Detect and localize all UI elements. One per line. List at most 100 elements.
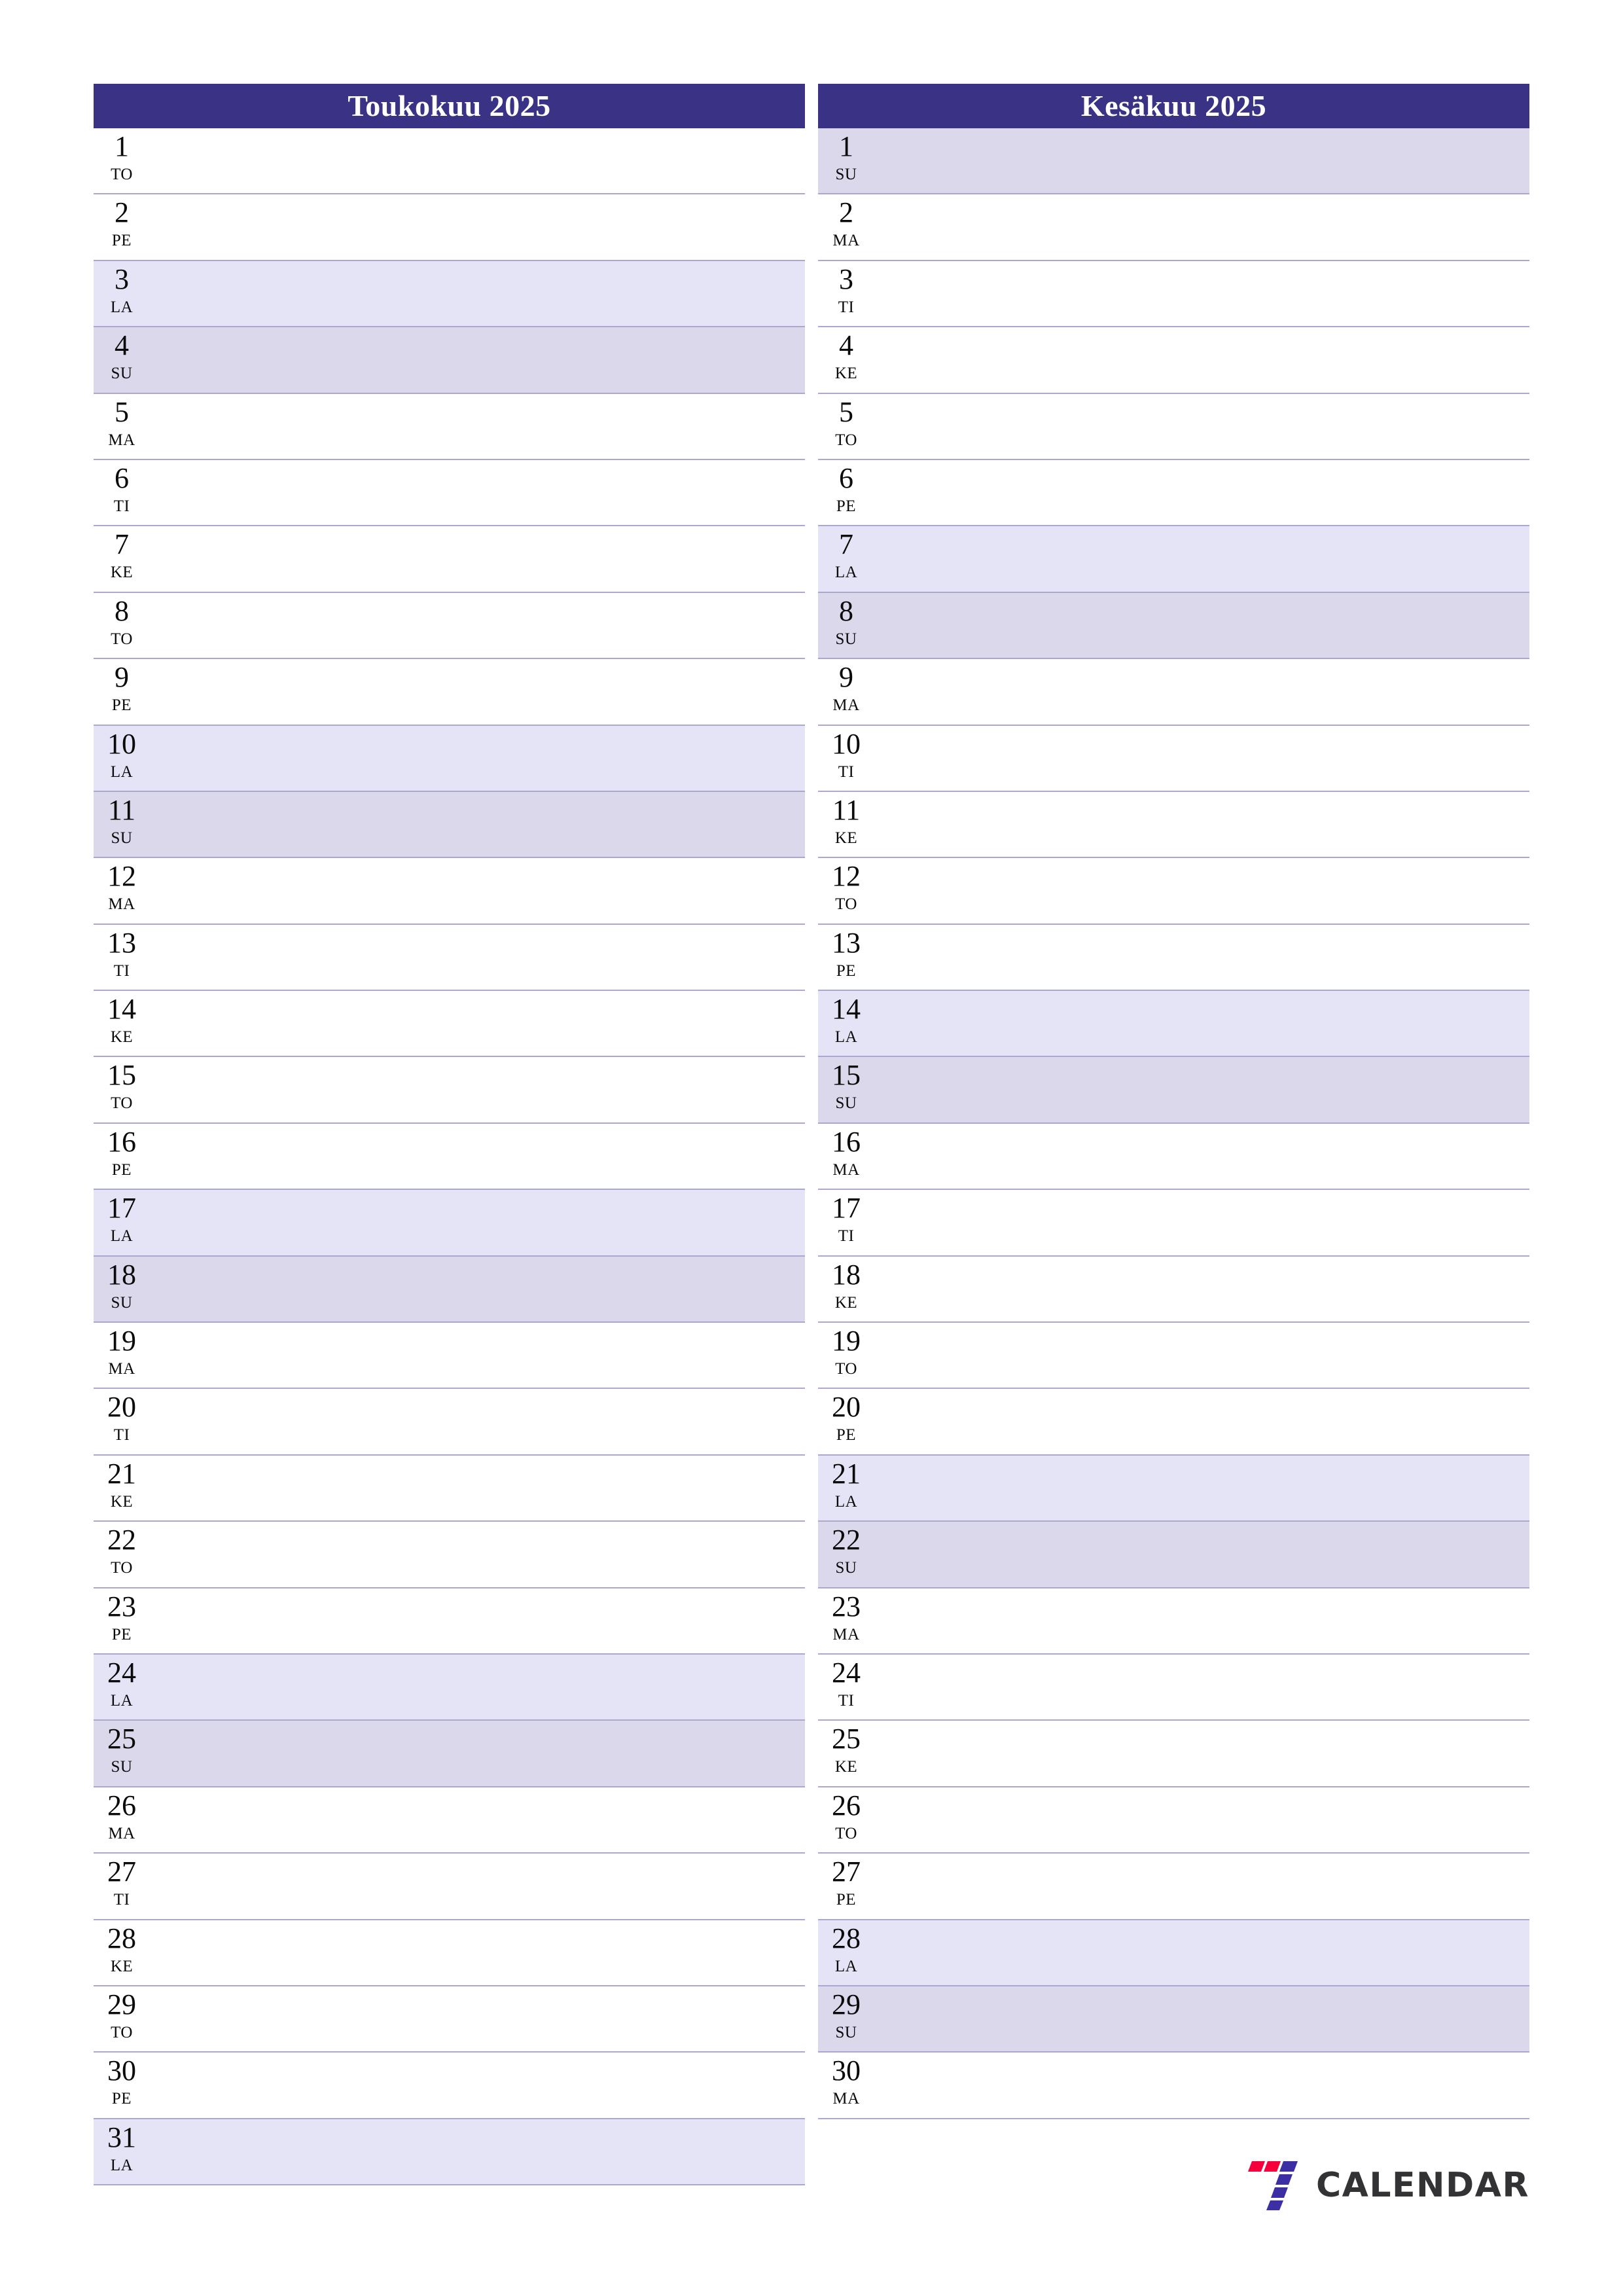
day-row[interactable]: 2 PE xyxy=(94,194,805,261)
day-row[interactable]: 3 LA xyxy=(94,260,805,328)
day-row[interactable]: 28 KE xyxy=(94,1920,805,1986)
day-weekday-label: TI xyxy=(838,1691,855,1710)
day-row[interactable]: 4 KE xyxy=(818,327,1529,394)
day-weekday-label: KE xyxy=(834,1293,858,1312)
day-weekday-label: PE xyxy=(836,1426,857,1444)
day-row[interactable]: 26 MA xyxy=(94,1787,805,1854)
day-row[interactable]: 15 TO xyxy=(94,1057,805,1124)
day-weekday-label: PE xyxy=(111,2090,132,2108)
day-row[interactable]: 20 TI xyxy=(94,1389,805,1456)
day-row[interactable]: 16 PE xyxy=(94,1123,805,1191)
day-row[interactable]: 25 KE xyxy=(818,1721,1529,1787)
day-row[interactable]: 23 PE xyxy=(94,1588,805,1655)
day-weekday-label: KE xyxy=(834,829,858,847)
day-row[interactable]: 5 MA xyxy=(94,393,805,460)
day-row[interactable]: 18 SU xyxy=(94,1256,805,1323)
day-number: 16 xyxy=(832,1125,861,1158)
day-row[interactable]: 8 TO xyxy=(94,592,805,660)
day-row[interactable]: 27 PE xyxy=(818,1854,1529,1920)
day-row[interactable]: 1 SU xyxy=(818,128,1529,195)
day-number: 10 xyxy=(107,727,136,760)
day-row[interactable]: 24 LA xyxy=(94,1654,805,1721)
day-row[interactable]: 16 MA xyxy=(818,1123,1529,1191)
day-row[interactable]: 19 MA xyxy=(94,1323,805,1390)
day-row[interactable]: 1 TO xyxy=(94,128,805,195)
day-weekday-label: TI xyxy=(113,497,130,515)
day-row[interactable]: 9 MA xyxy=(818,659,1529,726)
day-row[interactable]: 31 LA xyxy=(94,2119,805,2186)
day-row[interactable]: 23 MA xyxy=(818,1588,1529,1655)
day-row[interactable]: 12 MA xyxy=(94,858,805,925)
day-row[interactable]: 14 LA xyxy=(818,991,1529,1058)
day-row[interactable]: 22 SU xyxy=(818,1522,1529,1588)
day-row[interactable]: 27 TI xyxy=(94,1854,805,1920)
day-number: 26 xyxy=(107,1789,136,1821)
day-weekday-label: KE xyxy=(110,564,134,582)
day-row[interactable]: 15 SU xyxy=(818,1057,1529,1124)
day-row[interactable]: 22 TO xyxy=(94,1522,805,1588)
day-row[interactable]: 24 TI xyxy=(818,1654,1529,1721)
day-row[interactable]: 29 TO xyxy=(94,1986,805,2053)
day-row[interactable]: 6 PE xyxy=(818,459,1529,527)
day-weekday-label: MA xyxy=(108,895,135,914)
day-weekday-label: LA xyxy=(110,762,134,781)
day-row[interactable]: 11 KE xyxy=(818,791,1529,859)
day-number: 5 xyxy=(839,395,853,428)
day-number: 29 xyxy=(107,1988,136,2020)
day-number: 17 xyxy=(832,1192,861,1225)
day-row[interactable]: 21 KE xyxy=(94,1455,805,1522)
day-row[interactable]: 7 LA xyxy=(818,526,1529,593)
day-row[interactable]: 8 SU xyxy=(818,592,1529,660)
day-number: 1 xyxy=(839,130,853,162)
day-weekday-label: MA xyxy=(832,232,860,250)
day-number: 18 xyxy=(107,1258,136,1291)
brand-logo: CALENDAR xyxy=(1245,2160,1529,2211)
day-row[interactable]: 7 KE xyxy=(94,526,805,593)
day-row[interactable]: 18 KE xyxy=(818,1256,1529,1323)
day-row[interactable]: 19 TO xyxy=(818,1323,1529,1390)
day-weekday-label: KE xyxy=(834,365,858,383)
day-row[interactable]: 21 LA xyxy=(818,1455,1529,1522)
day-row[interactable]: 12 TO xyxy=(818,858,1529,925)
day-number: 12 xyxy=(832,860,861,893)
day-row[interactable]: 10 TI xyxy=(818,725,1529,792)
day-weekday-label: PE xyxy=(111,1625,132,1643)
day-row[interactable]: 17 TI xyxy=(818,1190,1529,1257)
month-title-right: Kesäkuu 2025 xyxy=(818,84,1529,128)
day-number: 15 xyxy=(832,1059,861,1092)
day-weekday-label: SU xyxy=(111,365,133,383)
day-number: 25 xyxy=(832,1723,861,1755)
day-row[interactable]: 5 TO xyxy=(818,393,1529,460)
day-row[interactable]: 9 PE xyxy=(94,659,805,726)
day-row[interactable]: 11 SU xyxy=(94,791,805,859)
day-number: 26 xyxy=(832,1789,861,1821)
day-row[interactable]: 13 TI xyxy=(94,924,805,992)
day-row[interactable]: 28 LA xyxy=(818,1920,1529,1986)
day-row[interactable]: 10 LA xyxy=(94,725,805,792)
day-list-right: 1 SU 2 MA 3 TI 4 KE 5 TO 6 PE 7 LA 8 SU 9 MA 10 TI 11 KE 12 TO 1… xyxy=(818,128,1529,2186)
day-row[interactable]: 25 SU xyxy=(94,1721,805,1787)
day-row[interactable]: 30 MA xyxy=(818,2053,1529,2119)
day-weekday-label: MA xyxy=(832,1625,860,1643)
day-row[interactable]: 26 TO xyxy=(818,1787,1529,1854)
day-number: 4 xyxy=(839,329,853,362)
day-row[interactable]: 14 KE xyxy=(94,991,805,1058)
day-row[interactable]: 13 PE xyxy=(818,924,1529,992)
day-row[interactable]: 29 SU xyxy=(818,1986,1529,2053)
seven-mark-icon xyxy=(1245,2160,1302,2211)
day-weekday-label: LA xyxy=(834,1492,858,1511)
day-row[interactable]: 17 LA xyxy=(94,1190,805,1257)
day-row[interactable]: 4 SU xyxy=(94,327,805,394)
day-row[interactable]: 6 TI xyxy=(94,459,805,527)
day-row[interactable]: 30 PE xyxy=(94,2053,805,2119)
day-number: 3 xyxy=(839,262,853,295)
day-weekday-label: LA xyxy=(834,1957,858,1975)
month-title-left: Toukokuu 2025 xyxy=(94,84,805,128)
day-row[interactable]: 3 TI xyxy=(818,260,1529,328)
day-number: 9 xyxy=(839,661,853,694)
day-weekday-label: TO xyxy=(111,1559,133,1577)
day-weekday-label: SU xyxy=(835,2023,857,2041)
day-row[interactable]: 20 PE xyxy=(818,1389,1529,1456)
day-row[interactable]: 2 MA xyxy=(818,194,1529,261)
day-weekday-label: MA xyxy=(108,431,135,449)
